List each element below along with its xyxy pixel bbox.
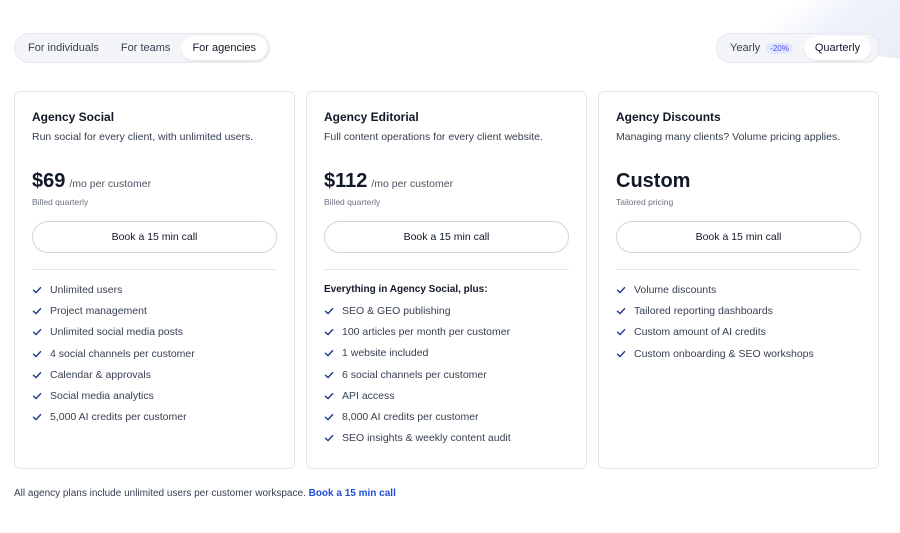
check-icon <box>324 435 334 442</box>
plan-title: Agency Editorial <box>324 110 419 124</box>
feature-label: Calendar & approvals <box>50 368 151 381</box>
price-row: $112/mo per customer <box>324 170 569 193</box>
check-icon <box>324 350 334 357</box>
check-icon <box>324 307 334 314</box>
feature-label: Unlimited social media posts <box>50 326 184 339</box>
pricing-cards: Agency Social Run social for every client… <box>14 91 879 469</box>
price-period: /mo per customer <box>69 178 152 190</box>
feature-item: 1 website included <box>324 343 569 364</box>
feature-item: 100 articles per month per customer <box>324 321 569 342</box>
check-icon <box>616 329 626 336</box>
feature-item: SEO insights & weekly content audit <box>324 428 569 449</box>
check-icon <box>32 414 42 421</box>
audience-switcher: For individuals For teams For agencies <box>14 33 270 63</box>
feature-item: Tailored reporting dashboards <box>616 300 861 321</box>
feature-item: Unlimited users <box>32 279 277 300</box>
plan-price: Custom <box>616 170 691 192</box>
feature-label: 4 social channels per customer <box>50 347 195 360</box>
book-call-button[interactable]: Book a 15 min call <box>324 221 569 253</box>
yearly-label: Yearly <box>730 42 761 54</box>
feature-label: Volume discounts <box>634 283 717 296</box>
plan-title: Agency Social <box>32 110 115 124</box>
feature-item: Unlimited social media posts <box>32 322 277 343</box>
feature-label: SEO & GEO publishing <box>342 304 451 317</box>
tab-individuals[interactable]: For individuals <box>17 36 110 60</box>
price-period: /mo per customer <box>371 178 454 190</box>
divider <box>324 269 569 270</box>
book-call-button[interactable]: Book a 15 min call <box>616 221 861 253</box>
check-icon <box>32 286 42 293</box>
check-icon <box>616 350 626 357</box>
plan-card-agency-social: Agency Social Run social for every client… <box>14 91 295 469</box>
feature-item: Calendar & approvals <box>32 364 277 385</box>
feature-item: 6 social channels per customer <box>324 364 569 385</box>
feature-item: Volume discounts <box>616 279 861 300</box>
feature-item: Social media analytics <box>32 385 277 406</box>
feature-label: Custom onboarding & SEO workshops <box>634 347 814 360</box>
plan-description: Run social for every client, with unlimi… <box>32 131 254 143</box>
footer-text: All agency plans include unlimited users… <box>14 488 306 499</box>
price-row: $69/mo per customer <box>32 170 277 193</box>
quarterly-option[interactable]: Quarterly <box>803 36 872 60</box>
feature-label: Project management <box>50 304 147 317</box>
feature-item: API access <box>324 385 569 406</box>
features-heading: Everything in Agency Social, plus: <box>324 284 488 295</box>
divider <box>32 269 277 270</box>
top-controls: For individuals For teams For agencies Y… <box>14 33 880 63</box>
check-icon <box>616 307 626 315</box>
yearly-option[interactable]: Yearly -20% <box>719 36 804 60</box>
tab-agencies[interactable]: For agencies <box>181 36 268 60</box>
feature-item: SEO & GEO publishing <box>324 300 569 321</box>
billing-note: Tailored pricing <box>616 197 674 207</box>
tab-teams[interactable]: For teams <box>110 36 182 60</box>
feature-item: Project management <box>32 300 277 321</box>
feature-label: 6 social channels per customer <box>342 368 487 381</box>
feature-label: Custom amount of AI credits <box>634 326 766 339</box>
plan-description: Full content operations for every client… <box>324 131 543 143</box>
check-icon <box>32 371 42 379</box>
footer-book-call-link[interactable]: Book a 15 min call <box>309 488 396 499</box>
billing-note: Billed quarterly <box>32 197 89 207</box>
check-icon <box>32 393 42 400</box>
check-icon <box>616 286 626 293</box>
check-icon <box>324 328 334 336</box>
feature-item: Custom amount of AI credits <box>616 322 861 343</box>
plan-description: Managing many clients? Volume pricing ap… <box>616 131 841 143</box>
plan-price: $69 <box>32 170 66 192</box>
feature-label: API access <box>342 389 395 402</box>
feature-list: Volume discounts Tailored reporting dashb… <box>616 279 861 364</box>
feature-label: 100 articles per month per customer <box>342 325 511 338</box>
divider <box>616 269 861 270</box>
plan-card-agency-discounts: Agency Discounts Managing many clients? V… <box>598 91 879 469</box>
feature-item: 5,000 AI credits per customer <box>32 407 277 428</box>
book-call-button[interactable]: Book a 15 min call <box>32 221 277 253</box>
plan-card-agency-editorial: Agency Editorial Full content operations … <box>306 91 587 469</box>
footer-note: All agency plans include unlimited users… <box>14 488 396 499</box>
discount-badge: -20% <box>766 42 793 54</box>
feature-item: 4 social channels per customer <box>32 343 277 364</box>
check-icon <box>324 371 334 378</box>
check-icon <box>324 392 334 400</box>
feature-label: Tailored reporting dashboards <box>634 304 773 317</box>
check-icon <box>32 350 42 357</box>
check-icon <box>32 307 42 315</box>
billing-note: Billed quarterly <box>324 197 381 207</box>
feature-item: Custom onboarding & SEO workshops <box>616 343 861 364</box>
feature-label: 1 website included <box>342 347 429 360</box>
feature-label: SEO insights & weekly content audit <box>342 432 511 445</box>
feature-list: Unlimited users Project management Unlimit… <box>32 279 277 428</box>
plan-price: $112 <box>324 170 368 192</box>
feature-label: 5,000 AI credits per customer <box>50 411 187 424</box>
feature-label: 8,000 AI credits per customer <box>342 411 479 424</box>
billing-period-switcher: Yearly -20% Quarterly <box>716 33 880 63</box>
plan-title: Agency Discounts <box>616 110 721 124</box>
check-icon <box>324 414 334 421</box>
feature-list: Everything in Agency Social, plus: SEO & … <box>324 279 569 449</box>
price-row: Custom <box>616 170 861 193</box>
feature-label: Social media analytics <box>50 390 154 403</box>
feature-label: Unlimited users <box>50 283 123 296</box>
feature-item: 8,000 AI credits per customer <box>324 406 569 427</box>
check-icon <box>32 329 42 336</box>
